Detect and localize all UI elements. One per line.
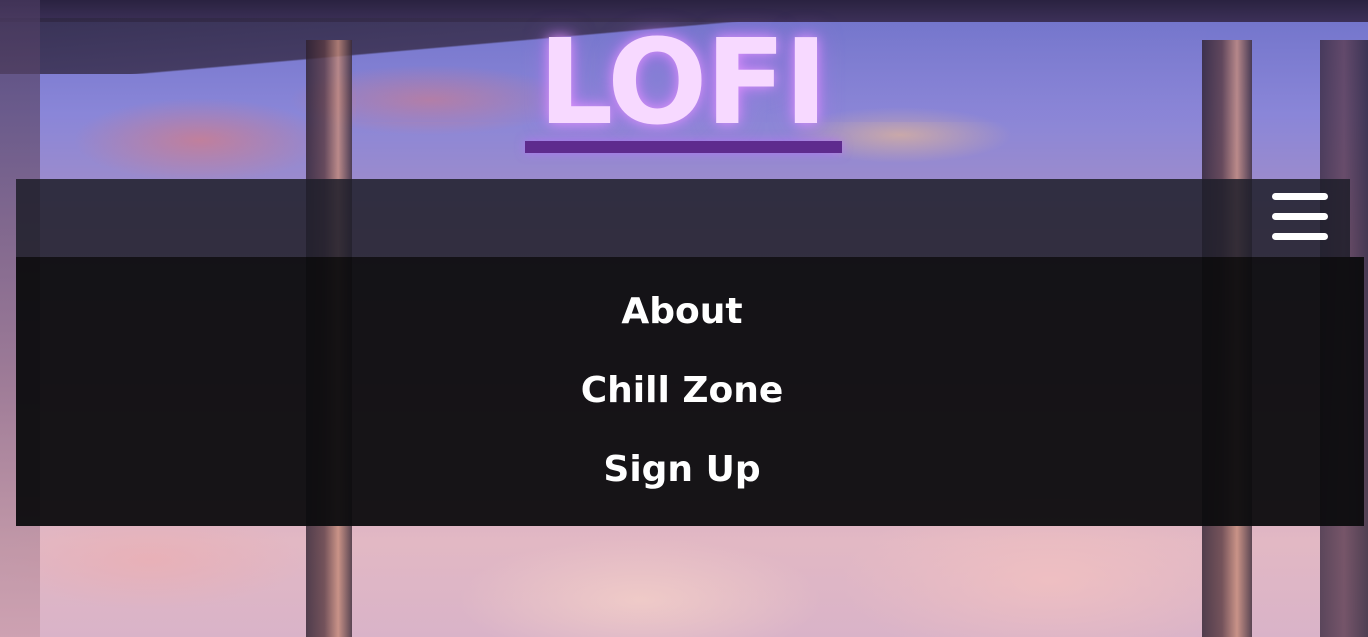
logo-text[interactable]: LOFI bbox=[538, 22, 828, 142]
hamburger-line bbox=[1272, 233, 1328, 240]
logo-underline bbox=[525, 141, 842, 153]
menu-item-about[interactable]: About bbox=[0, 290, 1364, 334]
dropdown-menu: About Chill Zone Sign Up bbox=[16, 257, 1364, 526]
navbar bbox=[16, 179, 1350, 257]
menu-item-sign-up[interactable]: Sign Up bbox=[0, 448, 1364, 492]
hamburger-menu-icon[interactable] bbox=[1272, 193, 1328, 243]
hamburger-line bbox=[1272, 193, 1328, 200]
site-logo[interactable]: LOFI bbox=[0, 22, 1368, 142]
menu-item-chill-zone[interactable]: Chill Zone bbox=[0, 369, 1364, 413]
hamburger-line bbox=[1272, 213, 1328, 220]
